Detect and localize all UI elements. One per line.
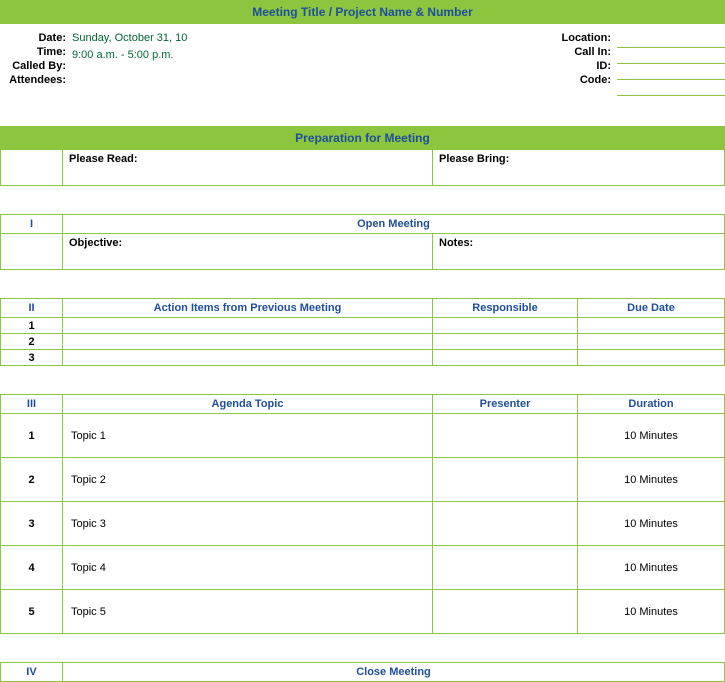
label-id: ID:: [562, 60, 612, 72]
agenda-duration: 10 Minutes: [578, 590, 725, 634]
prep-header: Preparation for Meeting: [1, 127, 725, 150]
action-resp: [433, 334, 578, 350]
line-location: [617, 32, 725, 48]
action-due: [578, 334, 725, 350]
value-attendees: [72, 83, 187, 98]
agenda-topic: Topic 1: [63, 414, 433, 458]
agenda-presenter: [433, 590, 578, 634]
agenda-col1: Agenda Topic: [63, 395, 433, 414]
action-resp: [433, 318, 578, 334]
open-num: [1, 234, 63, 270]
agenda-presenter: [433, 502, 578, 546]
agenda-presenter: [433, 458, 578, 502]
line-code: [617, 80, 725, 96]
label-called-by: Called By:: [0, 60, 70, 72]
agenda-col3: Duration: [578, 395, 725, 414]
agenda-topic: Topic 3: [63, 502, 433, 546]
table-row: 2Topic 2 10 Minutes: [1, 458, 725, 502]
agenda-duration: 10 Minutes: [578, 546, 725, 590]
row-num: 2: [1, 334, 63, 350]
row-num: 1: [1, 414, 63, 458]
table-row: 1Topic 1 10 Minutes: [1, 414, 725, 458]
agenda-duration: 10 Minutes: [578, 414, 725, 458]
agenda-col2: Presenter: [433, 395, 578, 414]
agenda-presenter: [433, 546, 578, 590]
agenda-topic: Topic 5: [63, 590, 433, 634]
meta-left-labels: Date: Time: Called By: Attendees:: [0, 32, 70, 98]
meta-left-values: Sunday, October 31, 10 9:00 a.m. - 5:00 …: [70, 32, 187, 98]
action-due: [578, 318, 725, 334]
label-code: Code:: [562, 74, 612, 86]
value-date: Sunday, October 31, 10: [72, 32, 187, 47]
actions-table: II Action Items from Previous Meeting Re…: [0, 298, 725, 366]
open-objective-label: Objective:: [63, 234, 433, 270]
agenda-duration: 10 Minutes: [578, 502, 725, 546]
actions-col1: Action Items from Previous Meeting: [63, 299, 433, 318]
prep-num: [1, 150, 63, 186]
agenda-table: III Agenda Topic Presenter Duration 1Top…: [0, 394, 725, 634]
action-item: [63, 334, 433, 350]
meta-section: Date: Time: Called By: Attendees: Sunday…: [0, 24, 725, 106]
value-time: 9:00 a.m. - 5:00 p.m.: [72, 49, 187, 64]
action-resp: [433, 350, 578, 366]
meta-left: Date: Time: Called By: Attendees: Sunday…: [0, 32, 187, 98]
table-row: 5Topic 5 10 Minutes: [1, 590, 725, 634]
row-num: 5: [1, 590, 63, 634]
open-notes-label: Notes:: [433, 234, 725, 270]
meta-right-labels: Location: Call In: ID: Code:: [562, 32, 612, 98]
line-call-in: [617, 48, 725, 64]
actions-col2: Responsible: [433, 299, 578, 318]
agenda-roman: III: [1, 395, 63, 414]
table-row: 2: [1, 334, 725, 350]
table-row: 1: [1, 318, 725, 334]
title-header: Meeting Title / Project Name & Number: [0, 0, 725, 24]
action-item: [63, 318, 433, 334]
action-item: [63, 350, 433, 366]
agenda-topic: Topic 4: [63, 546, 433, 590]
row-num: 3: [1, 502, 63, 546]
agenda-presenter: [433, 414, 578, 458]
close-header: Close Meeting: [63, 663, 725, 682]
open-header: Open Meeting: [63, 215, 725, 234]
row-num: 2: [1, 458, 63, 502]
actions-col3: Due Date: [578, 299, 725, 318]
table-row: 3: [1, 350, 725, 366]
agenda-topic: Topic 2: [63, 458, 433, 502]
value-called-by: [72, 66, 187, 81]
agenda-duration: 10 Minutes: [578, 458, 725, 502]
row-num: 3: [1, 350, 63, 366]
table-row: 3Topic 3 10 Minutes: [1, 502, 725, 546]
label-location: Location:: [562, 32, 612, 44]
open-roman: I: [1, 215, 63, 234]
table-row: 4Topic 4 10 Minutes: [1, 546, 725, 590]
close-table: IV Close Meeting: [0, 662, 725, 682]
prep-table: Preparation for Meeting Please Read: Ple…: [0, 126, 725, 186]
label-date: Date:: [0, 32, 70, 44]
label-time: Time:: [0, 46, 70, 58]
line-id: [617, 64, 725, 80]
action-due: [578, 350, 725, 366]
prep-bring-label: Please Bring:: [433, 150, 725, 186]
meta-right-lines: [617, 32, 725, 98]
prep-read-label: Please Read:: [63, 150, 433, 186]
row-num: 1: [1, 318, 63, 334]
label-attendees: Attendees:: [0, 74, 70, 86]
close-roman: IV: [1, 663, 63, 682]
label-call-in: Call In:: [562, 46, 612, 58]
actions-roman: II: [1, 299, 63, 318]
row-num: 4: [1, 546, 63, 590]
open-table: I Open Meeting Objective: Notes:: [0, 214, 725, 270]
